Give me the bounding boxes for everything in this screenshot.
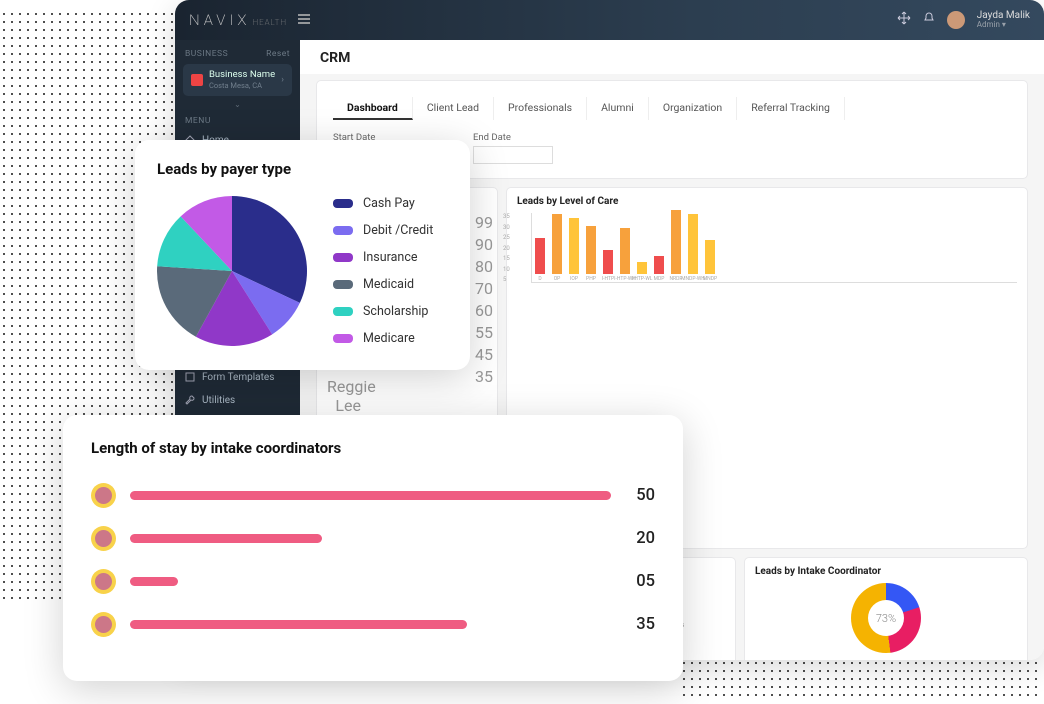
bell-icon[interactable] <box>923 12 935 27</box>
tab-referral-tracking[interactable]: Referral Tracking <box>737 97 845 120</box>
chart-title: Length of stay by intake coordinators <box>91 439 655 457</box>
tab-alumni[interactable]: Alumni <box>587 97 649 120</box>
pie-chart <box>157 196 307 346</box>
sidebar-reset[interactable]: Reset <box>266 49 290 59</box>
wrench-icon <box>185 395 195 405</box>
tab-client-lead[interactable]: Client Lead <box>413 97 494 120</box>
tab-organization[interactable]: Organization <box>649 97 737 120</box>
avatar <box>91 526 116 551</box>
end-date-label: End Date <box>473 132 511 143</box>
chevron-down-icon[interactable]: ⌄ <box>175 100 300 109</box>
form-icon <box>185 372 195 382</box>
avatar <box>91 612 116 637</box>
business-picker[interactable]: Business Name Costa Mesa, CA › <box>183 64 292 96</box>
avatar <box>91 483 116 508</box>
avatar[interactable] <box>947 11 965 29</box>
logo: NAVIXHEALTH <box>189 11 287 29</box>
pie-legend: Cash PayDebit /CreditInsuranceMedicaidSc… <box>333 196 433 346</box>
card-leads-by-intake-coordinator: Leads by Intake Coordinator 73% Intake C… <box>744 557 1028 660</box>
hamburger-icon[interactable] <box>297 11 311 30</box>
page-title: CRM <box>300 40 1044 74</box>
chart-title: Leads by payer type <box>157 160 448 178</box>
list-item: 50 <box>91 483 655 508</box>
move-icon[interactable] <box>897 11 911 28</box>
end-date-input[interactable] <box>473 146 553 164</box>
tab-dashboard[interactable]: Dashboard <box>333 97 413 120</box>
avatar <box>91 569 116 594</box>
business-icon <box>191 74 203 86</box>
list-item: 35 <box>91 612 655 637</box>
crm-tabs: Dashboard Client Lead Professionals Alum… <box>329 91 1015 130</box>
sidebar-section-menu: MENU <box>185 116 211 126</box>
tab-professionals[interactable]: Professionals <box>494 97 587 120</box>
user-menu[interactable]: Jayda Malik Admin ▾ <box>977 10 1030 30</box>
chevron-right-icon: › <box>281 75 284 85</box>
sidebar-section-business: BUSINESS <box>185 49 228 59</box>
callout-leads-by-payer: Leads by payer type Cash PayDebit /Credi… <box>135 140 470 370</box>
list-item: 20 <box>91 526 655 551</box>
sidebar-item-utilities[interactable]: Utilities <box>175 389 300 412</box>
callout-los-by-intake: Length of stay by intake coordinators 50… <box>63 415 683 681</box>
topbar: NAVIXHEALTH Jayda Malik Admin ▾ <box>175 0 1044 40</box>
list-item: 05 <box>91 569 655 594</box>
